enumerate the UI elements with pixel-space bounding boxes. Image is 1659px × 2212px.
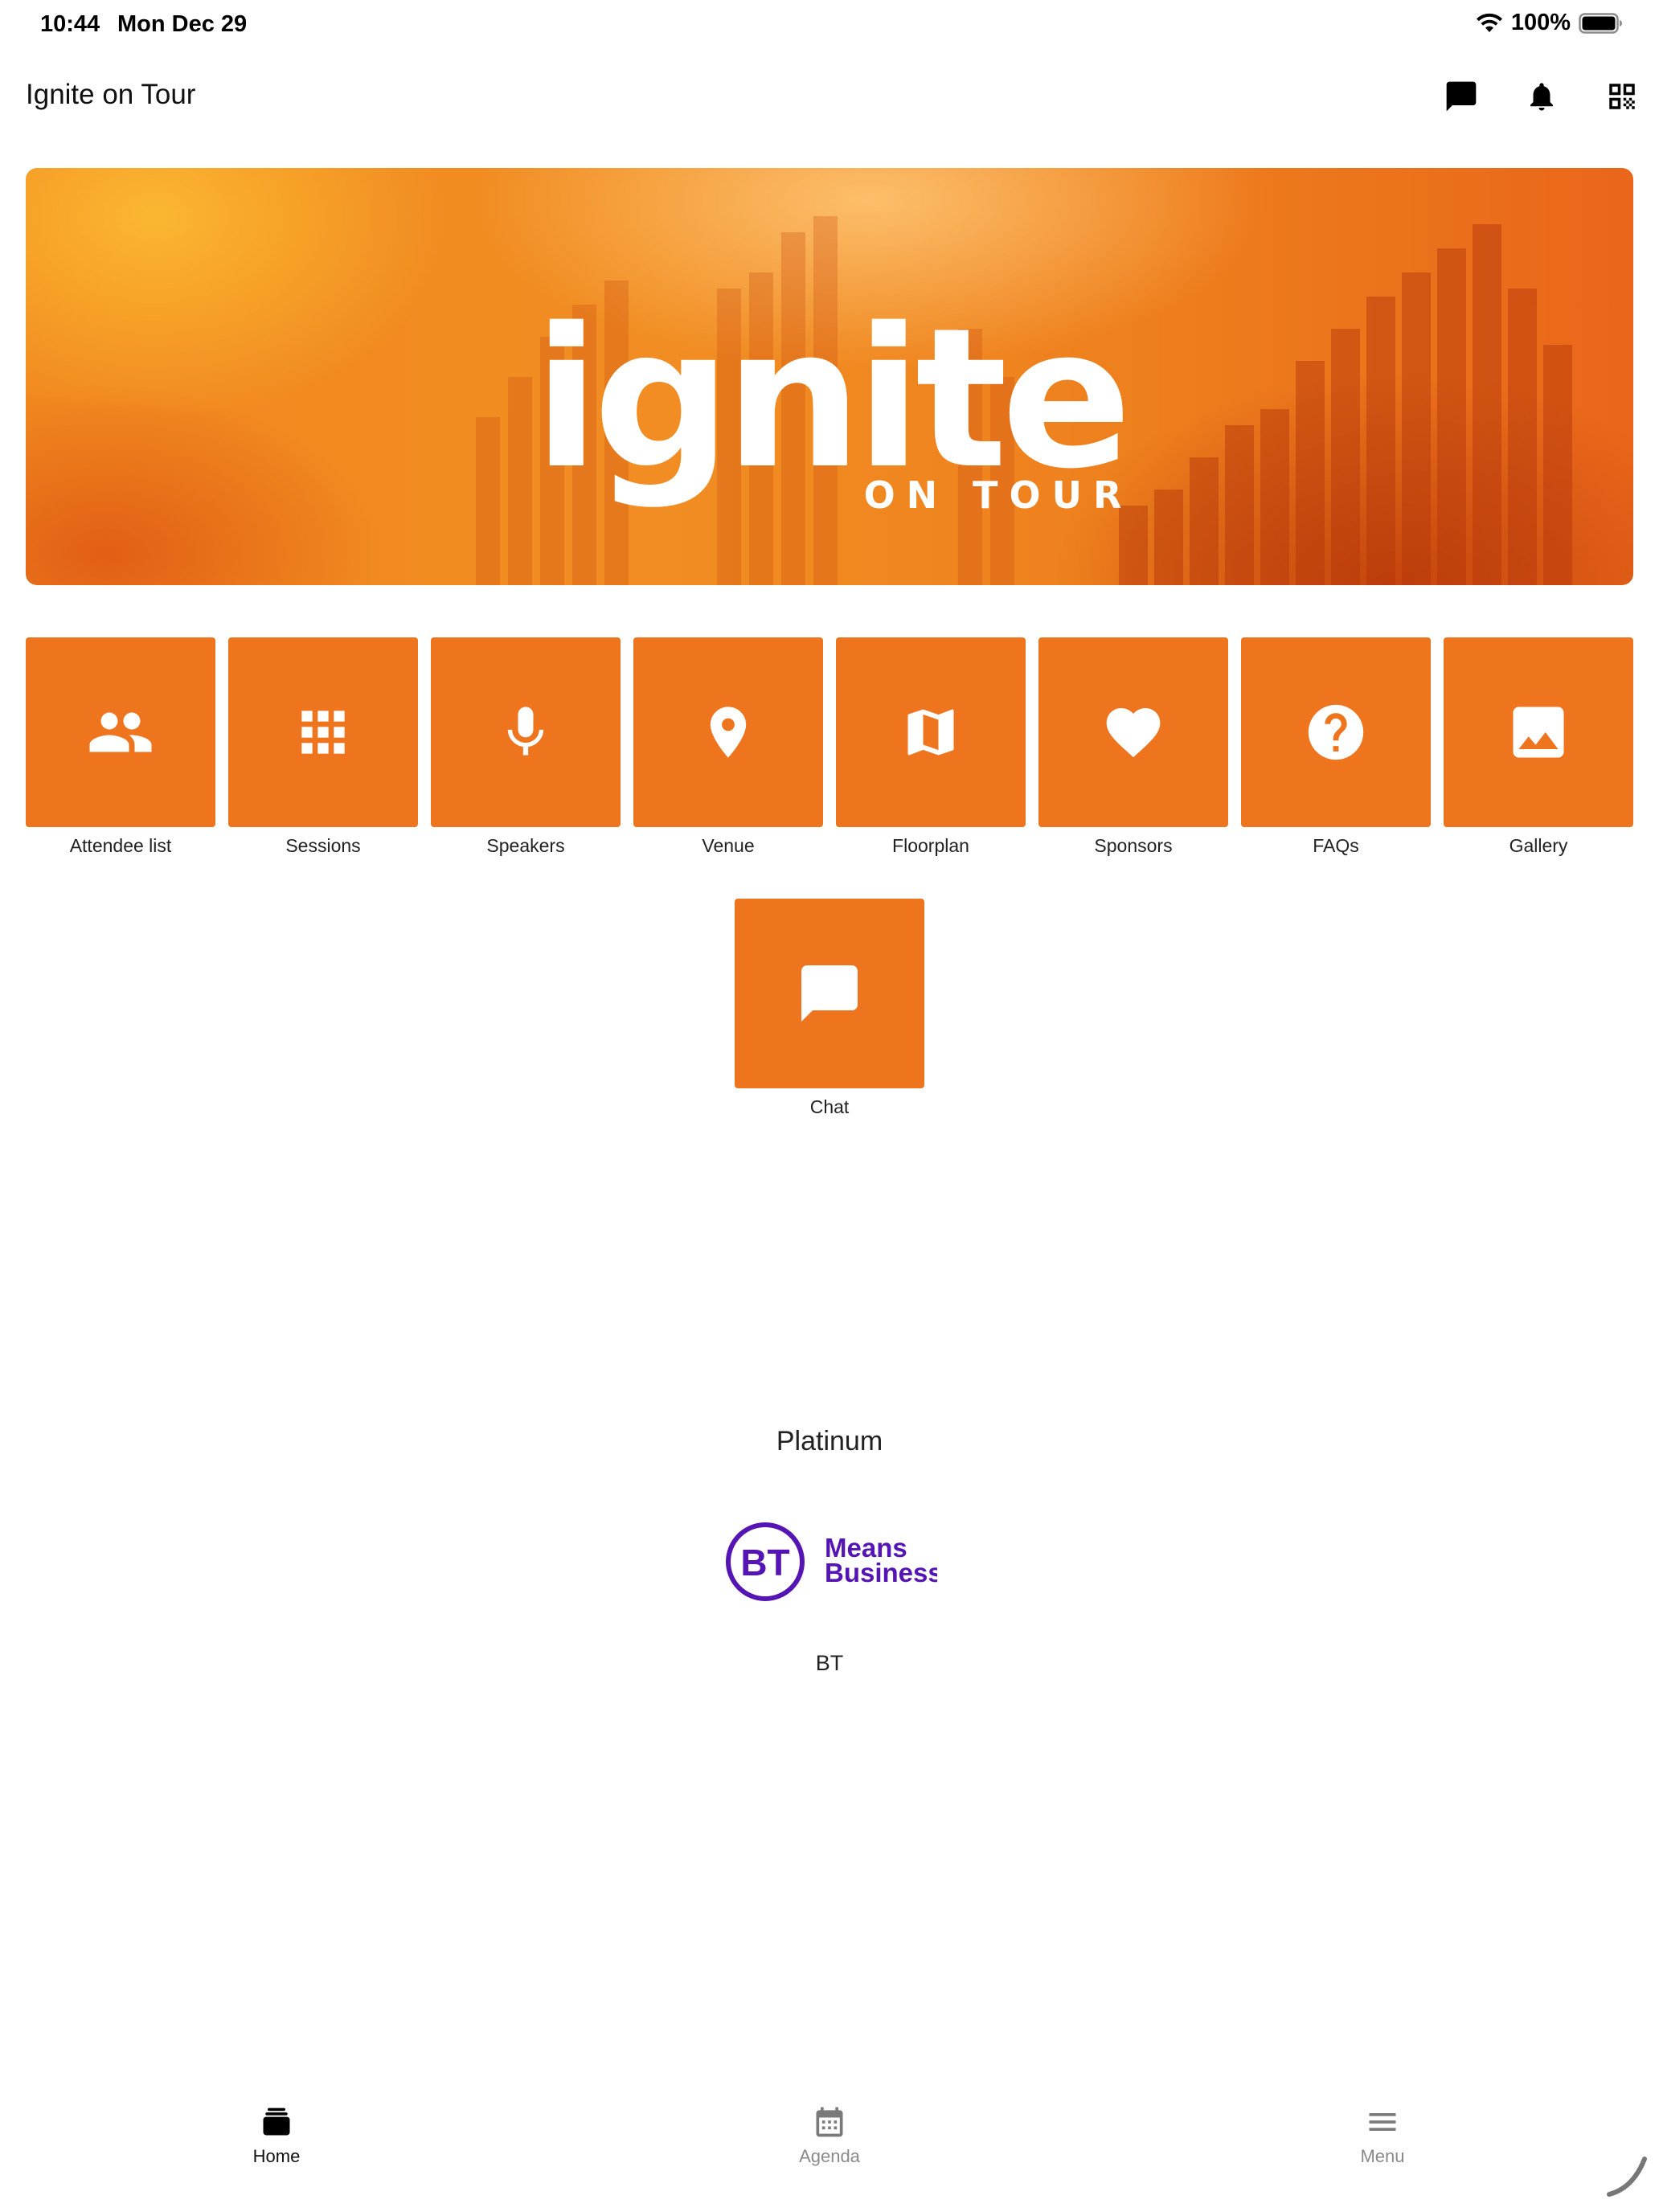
tile-attendee-list[interactable]: Attendee list <box>26 637 215 857</box>
app-title: Ignite on Tour <box>26 79 196 110</box>
chat-bubble-icon[interactable] <box>1442 77 1481 116</box>
tile-box <box>735 899 924 1088</box>
nav-label: Menu <box>1360 2146 1405 2166</box>
header-actions <box>1442 77 1641 116</box>
tile-label: Attendee list <box>69 835 172 856</box>
bt-logo[interactable]: BT Means Business <box>725 1518 937 1606</box>
tile-sponsors[interactable]: Sponsors <box>1038 637 1228 857</box>
pencil-stroke-indicator <box>1607 2157 1647 2197</box>
tile-label: Floorplan <box>892 835 969 856</box>
tile-label: Chat <box>809 1096 850 1117</box>
quick-links-grid: Attendee list Sessions Speakers Venue Fl… <box>26 637 1633 1118</box>
status-time: 10:44 <box>40 11 100 37</box>
people-icon <box>89 712 152 752</box>
bottom-tab-bar: Home Agenda Menu <box>0 2085 1659 2212</box>
nav-agenda[interactable]: Agenda <box>749 2104 910 2167</box>
tile-venue[interactable]: Venue <box>633 637 823 857</box>
tile-label: Sessions <box>285 835 361 856</box>
nav-label: Agenda <box>799 2146 860 2166</box>
qr-code-icon[interactable] <box>1603 77 1641 116</box>
sponsor-tier-heading: Platinum <box>776 1426 883 1456</box>
event-banner: ignite ON TOUR <box>26 168 1633 585</box>
tile-label: Venue <box>702 835 755 856</box>
wifi-icon <box>1476 13 1502 32</box>
ignite-logo: ignite ON TOUR <box>534 286 1133 517</box>
nav-home[interactable]: Home <box>196 2104 357 2167</box>
status-bar: 10:44 Mon Dec 29 100% <box>0 0 1659 51</box>
map-icon <box>907 709 954 756</box>
heart-icon <box>1106 708 1161 758</box>
status-indicators: 100% <box>1476 10 1624 36</box>
sponsor-name: BT <box>815 1651 844 1675</box>
battery-percentage: 100% <box>1510 10 1571 35</box>
tile-label: Sponsors <box>1094 835 1173 856</box>
tile-row: Chat <box>26 899 1633 1118</box>
tile-label: FAQs <box>1313 835 1359 856</box>
image-icon <box>1513 707 1564 758</box>
tile-sessions[interactable]: Sessions <box>228 637 418 857</box>
tile-row: Attendee list Sessions Speakers Venue Fl… <box>26 637 1633 857</box>
tile-label: Gallery <box>1509 835 1568 856</box>
help-circle-icon <box>1308 704 1364 760</box>
location-pin-icon <box>710 707 747 758</box>
nav-label: Home <box>252 2146 301 2166</box>
tile-gallery[interactable]: Gallery <box>1444 637 1633 857</box>
home-icon <box>263 2108 290 2136</box>
tile-chat[interactable]: Chat <box>735 899 924 1118</box>
tile-faqs[interactable]: FAQs <box>1241 637 1431 857</box>
chat-bubble-icon <box>801 965 858 1022</box>
tile-box <box>1444 637 1633 827</box>
tile-box <box>1241 637 1431 827</box>
tile-box <box>431 637 621 827</box>
bell-icon[interactable] <box>1522 77 1561 116</box>
tile-box <box>228 637 418 827</box>
tile-box <box>633 637 823 827</box>
bt-logo-mark: BT <box>740 1542 789 1583</box>
battery-icon <box>1579 12 1622 34</box>
app-root: 10:44 Mon Dec 29 100% Ignite on Tour ign… <box>0 0 1659 2212</box>
tile-label: Speakers <box>486 835 565 856</box>
bt-logo-line2: Business <box>825 1558 937 1587</box>
tile-box <box>836 637 1026 827</box>
banner-logo-subtitle: ON TOUR <box>864 473 1133 517</box>
microphone-icon <box>507 707 544 756</box>
calendar-icon <box>816 2107 843 2137</box>
nav-menu[interactable]: Menu <box>1302 2104 1463 2167</box>
status-date: Mon Dec 29 <box>117 11 248 37</box>
hamburger-menu-icon <box>1369 2113 1396 2131</box>
grid-icon <box>301 711 345 754</box>
tile-box <box>1038 637 1228 827</box>
tile-box <box>26 637 215 827</box>
tile-floorplan[interactable]: Floorplan <box>836 637 1026 857</box>
tile-speakers[interactable]: Speakers <box>431 637 621 857</box>
